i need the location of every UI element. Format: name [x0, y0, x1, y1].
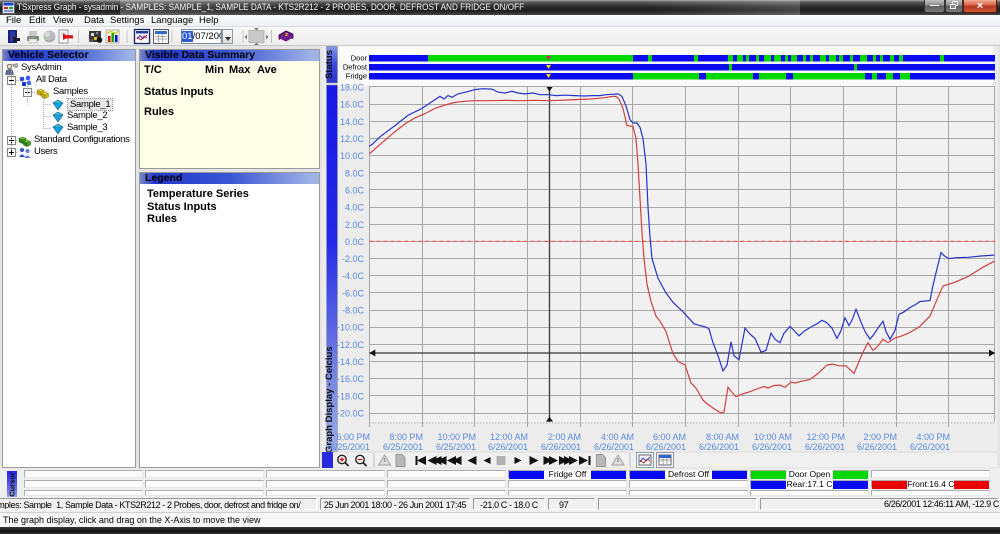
svg-text:Graph Display - Celcius: Graph Display - Celcius: [324, 346, 335, 453]
svg-text:10:00 AM: 10:00 AM: [754, 432, 792, 442]
svg-text:2:00 AM: 2:00 AM: [548, 432, 581, 442]
svg-text:6:00 PM: 6:00 PM: [336, 432, 370, 442]
svg-text:6/26/2001: 6/26/2001: [857, 442, 897, 452]
svg-text:-2.0C: -2.0C: [342, 254, 365, 264]
svg-text:12:00 PM: 12:00 PM: [806, 432, 845, 442]
svg-text:-8.0C: -8.0C: [342, 306, 365, 316]
svg-text:6/26/2001: 6/26/2001: [752, 442, 792, 452]
svg-text:18.0C: 18.0C: [340, 83, 365, 93]
svg-text:10:00 PM: 10:00 PM: [437, 432, 476, 442]
svg-text:6/25/2001: 6/25/2001: [330, 442, 370, 452]
svg-text:14.0C: 14.0C: [340, 117, 365, 127]
svg-text:12:00 AM: 12:00 AM: [490, 432, 528, 442]
svg-text:8.0C: 8.0C: [345, 168, 365, 178]
svg-text:6/26/2001: 6/26/2001: [541, 442, 581, 452]
svg-text:2.0C: 2.0C: [345, 220, 365, 230]
svg-text:-20.0C: -20.0C: [337, 409, 365, 419]
svg-text:Fridge: Fridge: [346, 72, 367, 81]
svg-text:6/26/2001: 6/26/2001: [646, 442, 686, 452]
svg-text:16.0C: 16.0C: [340, 100, 365, 110]
svg-text:Door: Door: [351, 54, 368, 63]
svg-text:6/25/2001: 6/25/2001: [383, 442, 423, 452]
svg-text:2:00 PM: 2:00 PM: [863, 432, 897, 442]
svg-text:-4.0C: -4.0C: [342, 271, 365, 281]
svg-text:8:00 AM: 8:00 AM: [706, 432, 739, 442]
svg-text:6/26/2001: 6/26/2001: [699, 442, 739, 452]
svg-text:-10.0C: -10.0C: [337, 323, 365, 333]
svg-text:-16.0C: -16.0C: [337, 374, 365, 384]
svg-text:Status: Status: [324, 50, 335, 79]
svg-text:4:00 PM: 4:00 PM: [916, 432, 950, 442]
svg-text:6/25/2001: 6/25/2001: [436, 442, 476, 452]
svg-text:-14.0C: -14.0C: [337, 357, 365, 367]
svg-text:6:00 AM: 6:00 AM: [653, 432, 686, 442]
svg-text:-18.0C: -18.0C: [337, 391, 365, 401]
svg-text:4.0C: 4.0C: [345, 203, 365, 213]
svg-text:8:00 PM: 8:00 PM: [389, 432, 423, 442]
svg-text:6/26/2001: 6/26/2001: [594, 442, 634, 452]
svg-text:-6.0C: -6.0C: [342, 288, 365, 298]
svg-text:10.0C: 10.0C: [340, 151, 365, 161]
svg-text:0.0C: 0.0C: [345, 237, 365, 247]
svg-text:Defrost: Defrost: [343, 63, 368, 72]
svg-text:6/26/2001: 6/26/2001: [488, 442, 528, 452]
svg-text:6.0C: 6.0C: [345, 185, 365, 195]
svg-text:12.0C: 12.0C: [340, 134, 365, 144]
svg-text:4:00 AM: 4:00 AM: [601, 432, 634, 442]
svg-text:6/26/2001: 6/26/2001: [910, 442, 950, 452]
svg-text:6/26/2001: 6/26/2001: [805, 442, 845, 452]
svg-text:-12.0C: -12.0C: [337, 340, 365, 350]
